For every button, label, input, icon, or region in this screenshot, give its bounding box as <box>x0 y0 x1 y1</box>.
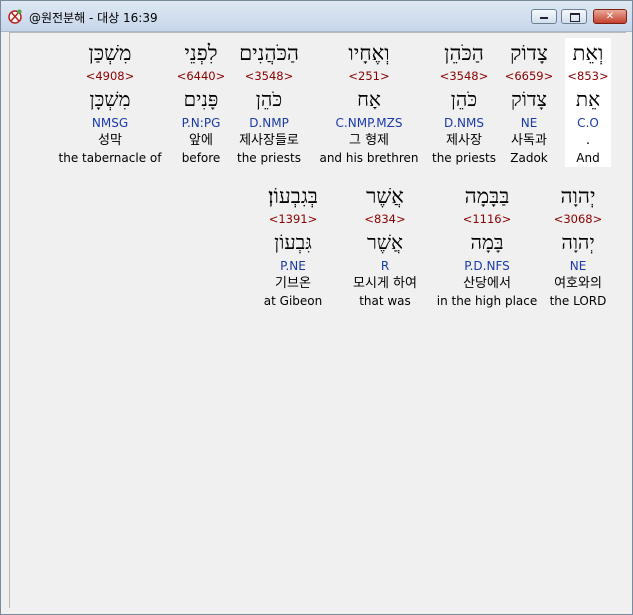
hebrew-word: בְּגִבְעוֹן׃ <box>268 184 318 208</box>
korean-gloss: 성막 <box>98 133 122 148</box>
hebrew-word: יְהוָה <box>560 184 596 208</box>
korean-gloss: 기브온 <box>275 276 311 291</box>
close-button[interactable]: ✕ <box>593 9 627 24</box>
maximize-icon <box>570 13 580 22</box>
word-cell[interactable]: מִשְׁכַּן <4908> מִשְׁכָּן NMSG 성막 the tabern… <box>58 38 162 167</box>
strong-number[interactable]: <834> <box>341 211 429 227</box>
hebrew-lemma: כֹּהֵן <box>450 87 478 111</box>
close-icon: ✕ <box>605 11 615 22</box>
hebrew-lemma: אָח <box>357 87 381 111</box>
korean-gloss: 여호와의 <box>554 276 602 291</box>
english-gloss: and his brethren <box>319 151 419 165</box>
english-gloss: that was <box>359 294 411 308</box>
strong-number[interactable]: <251> <box>319 68 419 84</box>
word-cell[interactable]: צָדוֹק <6659> צָדוֹק NE 사독과 Zadok <box>500 38 558 167</box>
korean-gloss: 산당에서 <box>463 276 511 291</box>
minimize-icon <box>540 17 548 19</box>
grammar-code: P.D.NFS <box>464 259 510 273</box>
strong-number[interactable]: <6440> <box>168 68 234 84</box>
window-title: @원전분해 - 대상 16:39 <box>29 11 158 25</box>
english-gloss: the tabernacle of <box>58 151 162 165</box>
hebrew-word: הַכֹּהֲנִים <box>239 41 299 65</box>
strong-number[interactable]: <1116> <box>436 211 538 227</box>
maximize-button[interactable] <box>561 9 587 24</box>
hebrew-word: וְאֵת <box>572 41 604 65</box>
hebrew-word: אֲשֶׁר <box>366 184 404 208</box>
minimize-button[interactable] <box>531 9 557 24</box>
grammar-code: C.NMP.MZS <box>335 116 403 130</box>
korean-gloss: 사독과 <box>511 133 547 148</box>
hebrew-lemma: בָּמָה <box>470 230 504 254</box>
grammar-code: C.O <box>577 116 599 130</box>
word-cell[interactable]: אֲשֶׁר <834> אֲשֶׁר R 모시게 하여 that was <box>341 181 429 310</box>
korean-gloss: 제사장들로 <box>239 133 299 148</box>
grammar-code: P.N:PG <box>181 116 221 130</box>
strong-number[interactable]: <3548> <box>430 68 498 84</box>
korean-gloss: 제사장 <box>446 133 482 148</box>
hebrew-lemma: פָּנִים <box>183 87 219 111</box>
hebrew-lemma: גִּבְעוֹן <box>274 230 312 254</box>
word-cell[interactable]: יְהוָה <3068> יְהוָה NE 여호와의 the LORD <box>545 181 611 310</box>
hebrew-lemma: מִשְׁכָּן <box>89 87 131 111</box>
hebrew-word: וְאֶחָיו <box>348 41 390 65</box>
english-gloss: the priests <box>432 151 496 165</box>
grammar-code: P.NE <box>280 259 306 273</box>
grammar-code: NMSG <box>91 116 129 130</box>
app-window: @원전분해 - 대상 16:39 ✕ וְאֵת <853> אֵת C.O. And צ… <box>0 0 633 615</box>
english-gloss: And <box>576 151 600 165</box>
hebrew-word: לִפְנֵי <box>184 41 218 65</box>
hebrew-lemma: יְהוָה <box>561 230 595 254</box>
english-gloss: at Gibeon <box>263 294 323 308</box>
hebrew-word: צָדוֹק <box>510 41 548 65</box>
word-cell[interactable]: הַכֹּהֲנִים <3548> כֹּהֵן D.NMP 제사장들로 the pri… <box>226 38 312 167</box>
word-cell[interactable]: וְאֶחָיו <251> אָח C.NMP.MZS 그 형제 and his bre… <box>319 38 419 167</box>
korean-gloss: 그 형제 <box>348 133 389 148</box>
strong-number[interactable]: <4908> <box>58 68 162 84</box>
hebrew-lemma: צָדוֹק <box>511 87 547 111</box>
grammar-code: R <box>380 259 390 273</box>
app-icon <box>8 9 22 24</box>
strong-number[interactable]: <3548> <box>226 68 312 84</box>
hebrew-word: מִשְׁכַּן <box>88 41 132 65</box>
english-gloss: before <box>181 151 221 165</box>
word-cell[interactable]: בַּבָּמָה <1116> בָּמָה P.D.NFS 산당에서 in the h… <box>436 181 538 310</box>
word-cell[interactable]: בְּגִבְעוֹן׃ <1391> גִּבְעוֹן P.NE 기브온 at Gib… <box>258 181 328 310</box>
word-cell[interactable]: לִפְנֵי <6440> פָּנִים P.N:PG 앞에 before <box>168 38 234 167</box>
strong-number[interactable]: <1391> <box>258 211 328 227</box>
korean-gloss: 앞에 <box>189 133 213 148</box>
english-gloss: the LORD <box>549 294 607 308</box>
strong-number[interactable]: <6659> <box>500 68 558 84</box>
english-gloss: the priests <box>237 151 301 165</box>
title-bar[interactable]: @원전분해 - 대상 16:39 ✕ <box>1 1 632 32</box>
english-gloss: Zadok <box>510 151 548 165</box>
grammar-code: D.NMP <box>249 116 289 130</box>
korean-gloss: 모시게 하여 <box>353 276 417 291</box>
word-cell[interactable]: וְאֵת <853> אֵת C.O. And <box>565 38 611 167</box>
strong-number[interactable]: <853> <box>565 68 611 84</box>
hebrew-word: בַּבָּמָה <box>464 184 510 208</box>
korean-gloss: . <box>585 133 591 148</box>
english-gloss: in the high place <box>436 294 538 308</box>
hebrew-lemma: אֵת <box>575 87 601 111</box>
grammar-code: D.NMS <box>443 116 484 130</box>
hebrew-lemma: כֹּהֵן <box>255 87 283 111</box>
grammar-code: NE <box>520 116 538 130</box>
word-cell[interactable]: הַכֹּהֵן <3548> כֹּהֵן D.NMS 제사장 the priests <box>430 38 498 167</box>
strong-number[interactable]: <3068> <box>545 211 611 227</box>
word-analysis-panel: וְאֵת <853> אֵת C.O. And צָדוֹק <6659> צָדוֹק NE… <box>9 32 626 608</box>
hebrew-word: הַכֹּהֵן <box>444 41 484 65</box>
grammar-code: NE <box>569 259 587 273</box>
hebrew-lemma: אֲשֶׁר <box>367 230 403 254</box>
